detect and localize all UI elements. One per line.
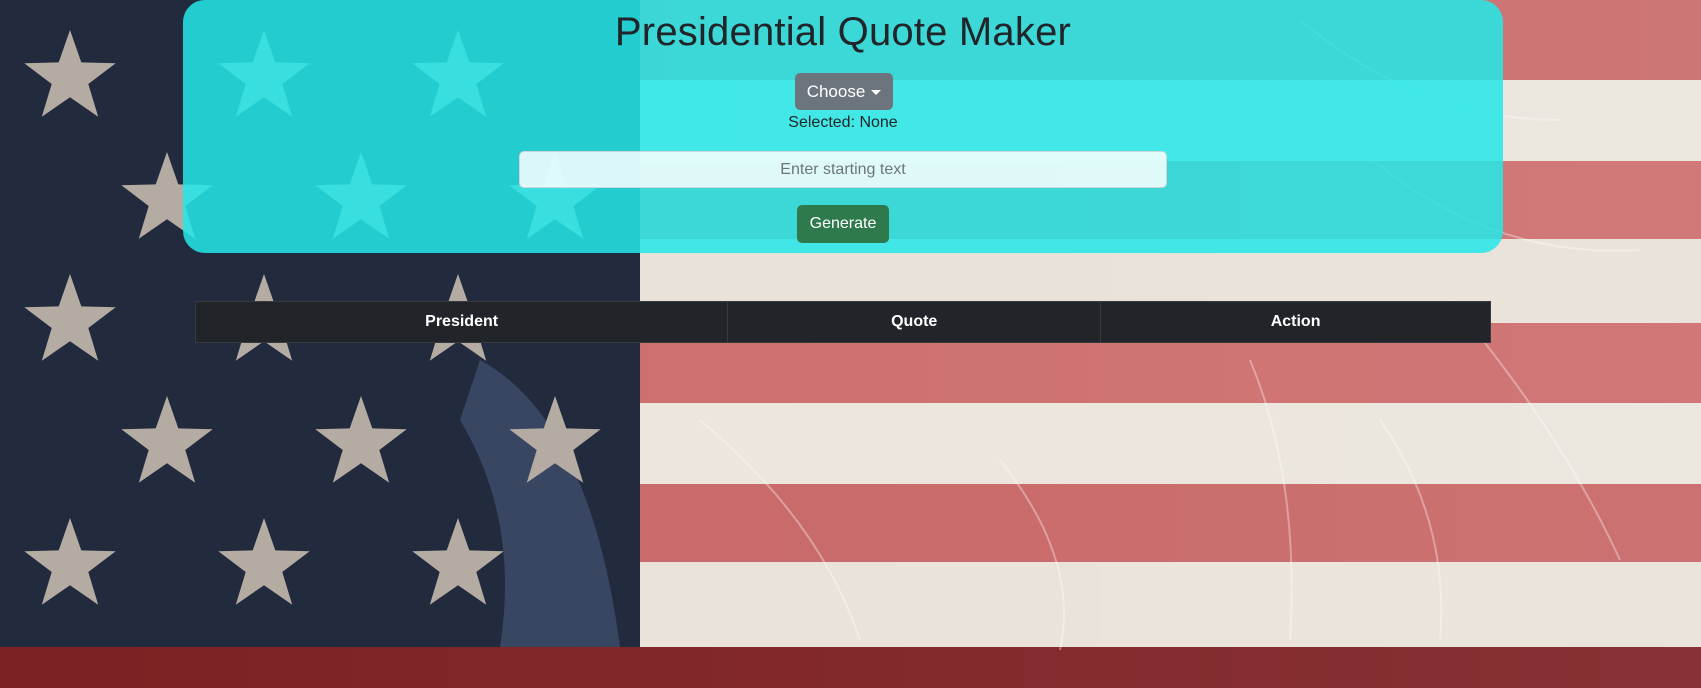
quotes-table: President Quote Action xyxy=(194,301,1491,343)
quote-maker-panel: Presidential Quote Maker Choose Selected… xyxy=(183,0,1503,253)
selected-president-text: Selected: None xyxy=(788,114,898,131)
choose-president-dropdown[interactable]: Choose xyxy=(795,73,893,110)
choose-label: Choose xyxy=(806,81,866,101)
column-header-president: President xyxy=(194,301,729,343)
starting-text-input[interactable] xyxy=(519,151,1167,188)
page-title: Presidential Quote Maker xyxy=(614,10,1072,54)
caret-down-icon xyxy=(871,90,882,95)
column-header-action: Action xyxy=(1100,301,1491,343)
table-header: President Quote Action xyxy=(194,301,1491,343)
column-header-quote: Quote xyxy=(727,301,1102,343)
generate-button[interactable]: Generate xyxy=(797,205,889,243)
table-header-row: President Quote Action xyxy=(194,301,1491,343)
